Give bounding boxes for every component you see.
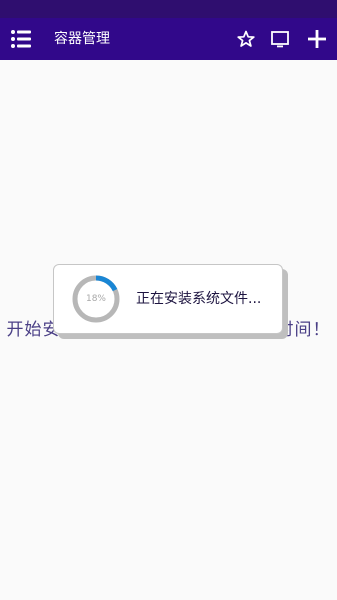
progress-ring: 18% [72,275,120,323]
monitor-icon[interactable] [268,27,292,51]
loading-dialog: 18% 正在安装系统文件... [53,264,283,334]
app-title: 容器管理 [54,31,110,47]
add-icon[interactable] [305,27,329,51]
dialog-message: 正在安装系统文件... [136,291,262,307]
menu-list-icon[interactable] [10,28,32,50]
status-bar [0,0,337,18]
progress-label: 18% [85,294,106,304]
star-outline-icon[interactable] [234,27,258,51]
app-bar: 容器管理 [0,18,337,60]
